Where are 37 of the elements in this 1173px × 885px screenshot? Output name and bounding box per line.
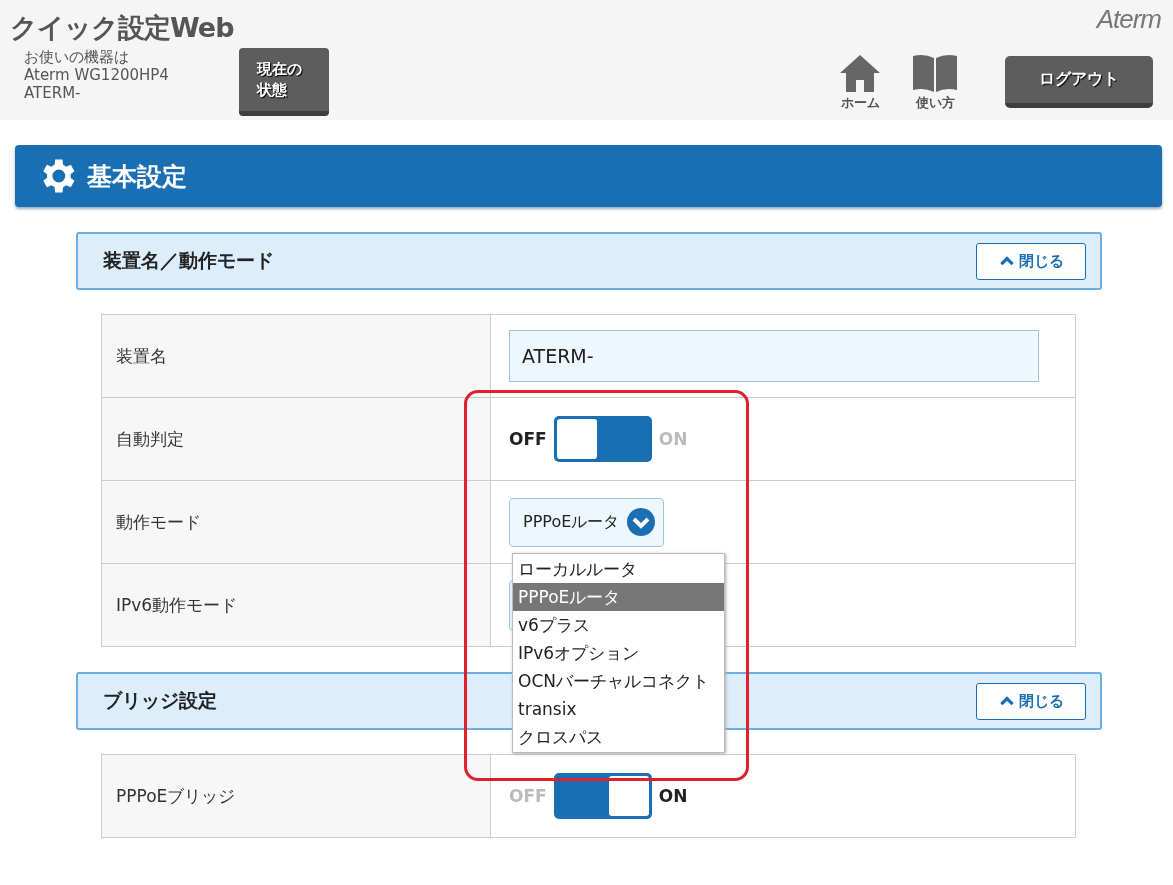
nav-button[interactable]: 使い方 (903, 54, 967, 112)
device-info-text: ATERM- (24, 84, 82, 102)
select-field[interactable]: PPPoEルータ (509, 497, 665, 547)
status-button[interactable]: 現在の 状態 (238, 48, 329, 116)
on-label: ON (658, 786, 688, 806)
nav-button[interactable]: ホーム (831, 54, 889, 112)
off-label: OFF (509, 786, 547, 806)
on-label: ON (658, 429, 688, 449)
close-button[interactable]: 閉じる (976, 682, 1086, 720)
logout-button[interactable]: ログアウト (1005, 56, 1153, 108)
device-name-field[interactable]: ATERM- (509, 330, 1039, 382)
dropdown-option[interactable]: PPPoEルータ (513, 583, 724, 611)
setting-label: 装置名 (102, 315, 491, 397)
dropdown-option[interactable]: IPv6オプション (513, 639, 724, 667)
device-info-text: お使いの機器は (24, 48, 130, 66)
setting-label: 自動判定 (102, 398, 491, 480)
brand-logo: Aterm (1096, 4, 1161, 35)
off-label: OFF (509, 429, 547, 449)
book-icon (911, 54, 959, 92)
close-button[interactable]: 閉じる (976, 242, 1086, 280)
setting-label: PPPoEブリッジ (102, 755, 491, 837)
dropdown-option[interactable]: transix (513, 695, 724, 723)
section-title: ブリッジ設定 (103, 688, 217, 713)
setting-label: IPv6動作モード (102, 564, 491, 646)
dropdown-option[interactable]: v6プラス (513, 611, 724, 639)
dropdown-option[interactable]: OCNバーチャルコネクト (513, 667, 724, 695)
toggle-switch[interactable] (553, 416, 652, 462)
house-icon (839, 54, 881, 92)
device-info-text: Aterm WG1200HP4 (24, 66, 169, 84)
dropdown-option[interactable]: クロスパス (513, 723, 724, 751)
app-title: クイック設定Web (10, 11, 235, 45)
dropdown-option[interactable]: ローカルルータ (513, 555, 724, 583)
toggle-switch[interactable] (553, 773, 652, 819)
page-title: 基本設定 (87, 160, 187, 193)
setting-label: 動作モード (102, 481, 491, 563)
chevron-down-icon (627, 508, 656, 536)
section-title: 装置名／動作モード (103, 248, 274, 273)
